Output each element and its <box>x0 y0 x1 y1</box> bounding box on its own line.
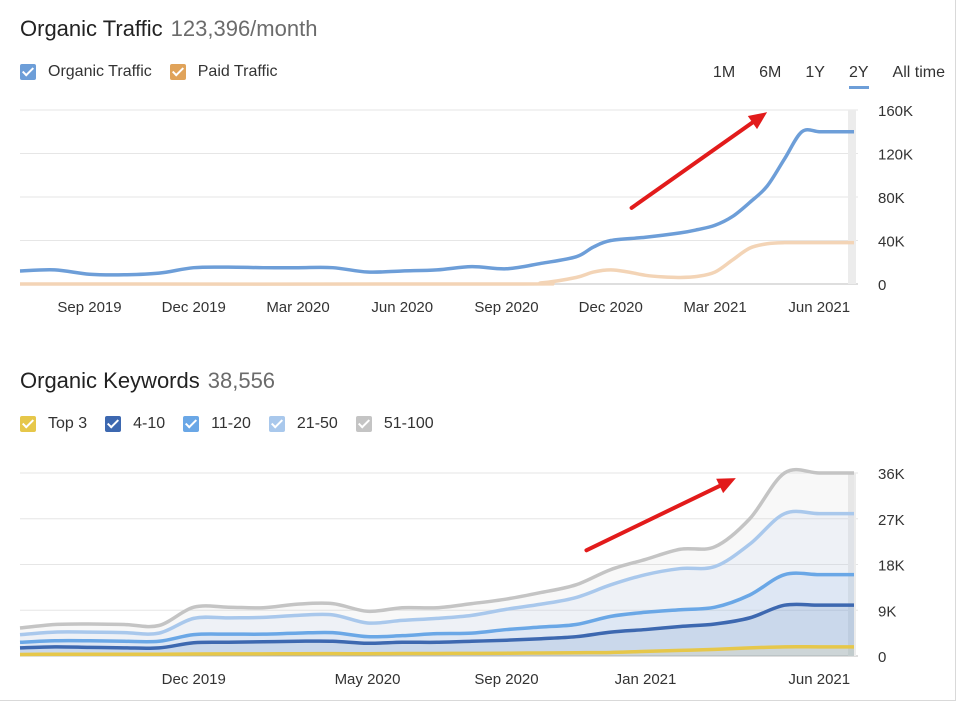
legend-top3[interactable]: Top 3 <box>20 415 87 433</box>
keywords-title-row: Organic Keywords 38,556 <box>20 368 275 394</box>
legend-4-10-label: 4-10 <box>133 415 166 432</box>
y-tick-label: 160K <box>878 103 913 120</box>
range-2y[interactable]: 2Y <box>848 64 869 89</box>
checkbox-icon[interactable] <box>183 416 200 432</box>
legend-organic-traffic-label: Organic Traffic <box>48 63 152 80</box>
checkbox-icon[interactable] <box>268 416 285 432</box>
current-period-band <box>848 110 856 284</box>
y-tick-label: 36K <box>878 466 905 483</box>
legend-51-100-label: 51-100 <box>383 415 434 432</box>
traffic-title: Organic Traffic <box>20 16 163 41</box>
range-selector: 1M 6M 1Y 2Y All time <box>689 64 945 89</box>
x-tick-label: Jun 2020 <box>371 299 433 316</box>
x-tick-label: Dec 2019 <box>162 671 226 688</box>
legend-paid-traffic[interactable]: Paid Traffic <box>169 63 278 81</box>
legend-21-50[interactable]: 21-50 <box>268 415 338 433</box>
checkbox-icon[interactable] <box>20 416 36 432</box>
legend-4-10[interactable]: 4-10 <box>105 415 165 433</box>
y-tick-label: 0 <box>878 649 886 666</box>
checkbox-icon[interactable] <box>20 64 36 80</box>
legend-top3-label: Top 3 <box>48 415 88 432</box>
annotation-arrow <box>629 120 755 210</box>
annotation-arrowhead <box>747 112 768 130</box>
y-tick-label: 120K <box>878 147 913 164</box>
legend-11-20-label: 11-20 <box>211 415 251 432</box>
x-tick-label: Sep 2020 <box>474 671 538 688</box>
legend-organic-traffic[interactable]: Organic Traffic <box>20 63 152 81</box>
series-line <box>19 240 854 286</box>
x-tick-label: May 2020 <box>335 671 401 688</box>
x-tick-label: Sep 2019 <box>57 299 121 316</box>
annotation-arrow <box>584 483 722 553</box>
x-tick-label: Dec 2019 <box>162 299 226 316</box>
traffic-title-row: Organic Traffic 123,396/month <box>20 16 317 42</box>
series-line <box>19 128 854 277</box>
checkbox-icon[interactable] <box>169 64 186 80</box>
traffic-legend: Organic Traffic Paid Traffic <box>20 63 296 81</box>
keywords-title: Organic Keywords <box>20 368 200 393</box>
checkbox-icon[interactable] <box>355 416 372 432</box>
x-tick-label: Mar 2021 <box>683 299 746 316</box>
y-tick-label: 80K <box>878 190 905 207</box>
y-tick-label: 18K <box>878 558 905 575</box>
range-6m[interactable]: 6M <box>759 64 781 89</box>
traffic-chart: 0 40K 80K 120K 160K Sep 2019 Dec 2019 Mar 2020 J… <box>19 103 913 316</box>
y-tick-label: 40K <box>878 234 905 251</box>
x-tick-label: Jan 2021 <box>615 671 677 688</box>
keywords-chart: 0 9K 18K 27K 36K Dec 2019 May 2020 Sep 2020 Jan … <box>19 466 905 688</box>
legend-paid-traffic-label: Paid Traffic <box>197 63 278 80</box>
y-tick-label: 27K <box>878 512 905 529</box>
legend-51-100[interactable]: 51-100 <box>355 415 434 433</box>
x-tick-label: Jun 2021 <box>788 299 850 316</box>
keywords-value: 38,556 <box>207 368 276 393</box>
legend-11-20[interactable]: 11-20 <box>183 415 251 433</box>
y-tick-label: 9K <box>878 603 896 620</box>
range-1m[interactable]: 1M <box>713 64 735 89</box>
range-all-time[interactable]: All time <box>893 64 945 89</box>
y-tick-label: 0 <box>878 277 886 294</box>
checkbox-icon[interactable] <box>105 416 122 432</box>
traffic-value: 123,396/month <box>170 16 318 41</box>
x-tick-label: Jun 2021 <box>788 671 850 688</box>
keywords-legend: Top 3 4-10 11-20 21-50 51-100 <box>20 415 452 433</box>
legend-21-50-label: 21-50 <box>296 415 338 432</box>
x-tick-label: Sep 2020 <box>474 299 538 316</box>
x-tick-label: Dec 2020 <box>579 299 643 316</box>
range-1y[interactable]: 1Y <box>805 64 825 89</box>
x-tick-label: Mar 2020 <box>266 299 329 316</box>
